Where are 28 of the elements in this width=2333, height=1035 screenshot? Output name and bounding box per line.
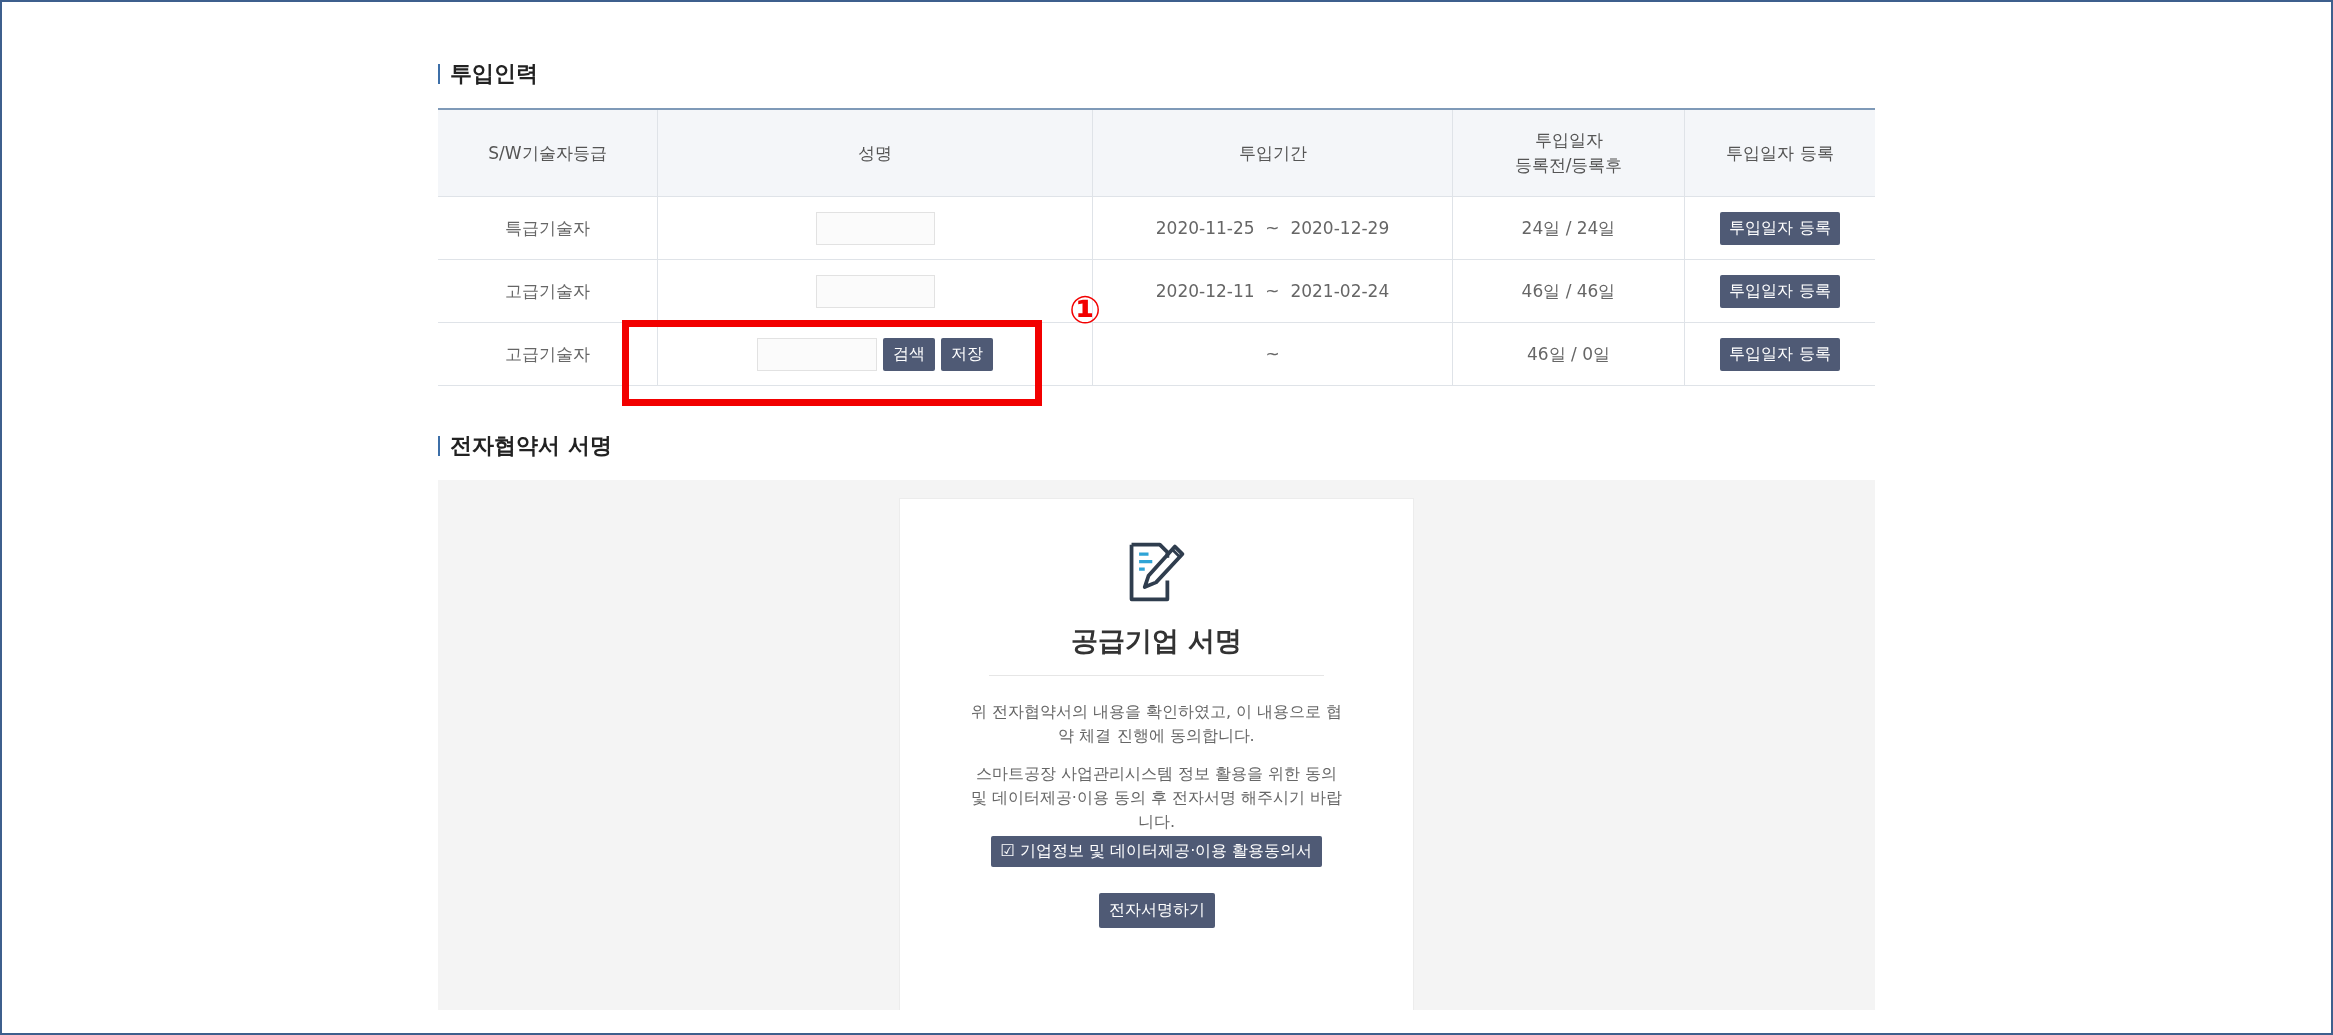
notice-text: 스마트공장 사업관리시스템 정보 활용을 위한 동의 및 데이터제공·이용 동의 후 전자서명 해주시기 바랍니다.	[969, 763, 1344, 833]
table-cell: 24일 / 24일	[1452, 196, 1685, 260]
column-header: S/W기술자등급	[438, 109, 658, 197]
column-header: 성명	[657, 109, 1093, 197]
table-cell: 고급기술자	[438, 322, 658, 386]
register-button[interactable]: 투입일자 등록	[1720, 211, 1840, 245]
sign-button[interactable]: 전자서명하기	[1098, 893, 1215, 928]
notice-text: 위 전자협약서의 내용을 확인하였고, 이 내용으로 협약 체결 진행에 동의합니다.	[969, 701, 1344, 747]
name-field[interactable]	[815, 274, 935, 308]
name-field[interactable]	[815, 211, 935, 245]
register-button[interactable]: 투입일자 등록	[1720, 337, 1840, 371]
column-header: 투입기간	[1092, 109, 1453, 197]
column-header: 투입일자 등록	[1684, 109, 1875, 197]
card-title: 공급기업 서명	[1070, 624, 1243, 658]
table-cell: 46일 / 46일	[1452, 259, 1685, 323]
section-title: 전자협약서 서명	[450, 432, 612, 460]
register-button[interactable]: 투입일자 등록	[1720, 274, 1840, 308]
small-button[interactable]: 검색	[883, 337, 935, 371]
section-title: 투입인력	[450, 60, 538, 88]
table-cell: 2020-11-25 ~ 2020-12-29	[1092, 196, 1453, 260]
table-cell: 고급기술자	[438, 259, 658, 323]
name-field[interactable]	[757, 337, 877, 371]
small-button[interactable]: 저장	[941, 337, 993, 371]
table-cell: 46일 / 0일	[1452, 322, 1685, 386]
consent-button[interactable]: ☑ 기업정보 및 데이터제공·이용 활용동의서	[990, 836, 1323, 867]
table-cell: 특급기술자	[438, 196, 658, 260]
column-header: 투입일자 등록전/등록후	[1452, 109, 1685, 197]
table-cell: ~	[1092, 322, 1453, 386]
